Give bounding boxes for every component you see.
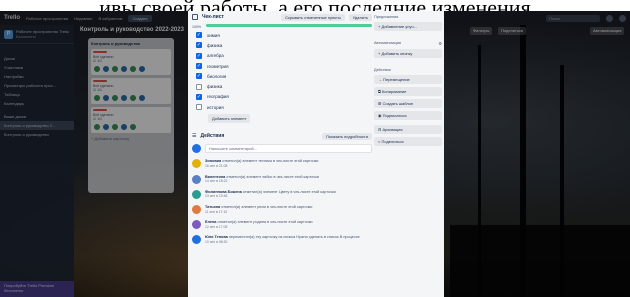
gear-icon[interactable]: ⚙ (438, 41, 442, 46)
checkbox[interactable]: ✓ (196, 32, 202, 39)
checkbox[interactable]: ✓ (196, 52, 202, 59)
checklist-title: Чек-лист (202, 14, 224, 20)
activity-text: отметил(а) элемент ресм в чек-листе этой… (221, 204, 313, 209)
archive-button[interactable]: ⊟ Архивация (374, 125, 442, 134)
activity-entry: Валентина отметил(а) элемент хибис в чек… (192, 174, 372, 184)
card-detail-modal: Чек-лист Скрывать отмеченные пункты Удал… (188, 11, 444, 297)
activity-time[interactable]: 14 сен в 18:22 (205, 179, 227, 183)
add-button-button[interactable]: + Добавить кнопку (374, 49, 442, 58)
activity-header: ☰ Действия Показать подробности (192, 131, 372, 141)
activity-time[interactable]: 10 сен в 08:30 (205, 240, 227, 244)
activity-entry: Зиновия отметил(а) элемент техника в чек… (192, 159, 372, 169)
checkbox[interactable] (196, 104, 202, 111)
checkbox[interactable]: ✓ (196, 63, 202, 70)
checklist-item-label: алгебра (207, 53, 224, 59)
hide-checked-button[interactable]: Скрывать отмеченные пункты (281, 13, 345, 21)
activity-body: Юля Тепова переместил(а) эту карточку из… (205, 235, 360, 244)
checklist-item-label: география (207, 94, 229, 100)
activity-entry: Филиппова Божена отметил(а) элемент Цвет… (192, 189, 372, 199)
activity-time[interactable]: 12 сен в 17:05 (205, 225, 227, 229)
checklist-item[interactable]: ✓ химия (192, 30, 372, 40)
activity-user[interactable]: Валентина (205, 175, 225, 179)
checklist-item-label: геометрия (207, 63, 229, 69)
activity-body: Татьяна отметил(а) элемент ресм в чек-ли… (205, 205, 312, 214)
checklist-percent: 100% (192, 24, 201, 29)
copy-button[interactable]: ⧉ Копирование (374, 87, 442, 96)
avatar (192, 144, 201, 154)
checklist-item-label: физика (207, 42, 223, 48)
checkbox[interactable] (196, 83, 202, 90)
checkbox[interactable]: ✓ (196, 93, 202, 100)
activity-body: Зиновия отметил(а) элемент техника в чек… (205, 159, 318, 168)
checklist-items: ✓ химия ✓ физика ✓ алгебра ✓ геометрия ✓ биол… (192, 30, 372, 112)
activity-user[interactable]: Юля Тепова (205, 235, 228, 239)
modal-main: Чек-лист Скрывать отмеченные пункты Удал… (192, 11, 372, 297)
activity-user[interactable]: Татьяна (205, 205, 220, 209)
checklist-item-label: физика (207, 84, 223, 90)
activity-time[interactable]: 11 сен в 17:10 (205, 210, 227, 214)
avatar (192, 189, 201, 199)
avatar (192, 204, 201, 214)
checklist-item[interactable]: ✓ биология (192, 71, 372, 81)
add-checklist-item-button[interactable]: Добавить элемент (208, 114, 251, 124)
activity-user[interactable]: Филиппова Божена (205, 190, 242, 194)
checklist-header: Чек-лист Скрывать отмеченные пункты Удал… (192, 11, 372, 23)
show-details-button[interactable]: Показать подробности (322, 132, 372, 140)
checklist-item[interactable]: ✓ физика (192, 40, 372, 50)
suggestions-label: Предложения (374, 15, 399, 19)
actions-label: Действия (374, 68, 391, 72)
modal-sidebar: Предложения + Добавление улуч... Автомат… (374, 11, 442, 297)
add-suggestion-button[interactable]: + Добавление улуч... (374, 22, 442, 31)
activity-time[interactable]: 13 сен в 19:46 (205, 194, 227, 198)
share-card-button[interactable]: < Поделиться (374, 137, 442, 146)
checkbox[interactable]: ✓ (196, 73, 202, 80)
checklist-item[interactable]: ✓ алгебра (192, 51, 372, 61)
checklist-icon (192, 14, 198, 20)
activity-icon: ☰ (192, 133, 197, 140)
checklist-progress (206, 24, 372, 27)
activity-text: отметил(а) элемент техника в чек-листе э… (222, 159, 319, 164)
checklist-item[interactable]: история (192, 102, 372, 112)
activity-time[interactable]: 16 сен в 21:08 (205, 164, 227, 168)
activity-body: Филиппова Божена отметил(а) элемент Цвет… (205, 190, 336, 199)
activity-title: Действия (200, 133, 225, 140)
checklist-item[interactable]: ✓ геометрия (192, 61, 372, 71)
activity-user[interactable]: Зиновия (205, 159, 221, 163)
avatar (192, 174, 201, 184)
avatar (192, 235, 201, 245)
delete-checklist-button[interactable]: Удалить (348, 13, 372, 21)
checklist-item[interactable]: ✓ география (192, 92, 372, 102)
checklist-item-label: история (207, 104, 224, 110)
checklist-progress-row: 100% (192, 23, 372, 30)
activity-entry: Татьяна отметил(а) элемент ресм в чек-ли… (192, 204, 372, 214)
activity-user[interactable]: Елена (205, 220, 216, 224)
activity-text: отметил(а) элемент Цвету в чек-листе это… (242, 189, 336, 194)
checklist-item-label: химия (207, 32, 220, 38)
avatar (192, 220, 201, 230)
caption-strip: ...ивы своей работы, а его последние изм… (0, 0, 630, 11)
automation-label: Автоматизация ⚙ (374, 41, 442, 46)
watch-button[interactable]: ◉ Подписаться (374, 111, 442, 120)
checklist-item-label: биология (207, 73, 227, 79)
make-template-button[interactable]: ⊞ Создать шаблон (374, 99, 442, 108)
avatar (192, 159, 201, 169)
checklist-item[interactable]: физика (192, 81, 372, 91)
activity-body: Валентина отметил(а) элемент хибис в чек… (205, 175, 319, 184)
comment-input[interactable]: Напишите комментарий... (205, 144, 372, 154)
activity-text: переместил(а) эту карточку из списка Нуж… (228, 235, 360, 240)
activity-entry: Елена отметил(а) элемент родина в чек-ли… (192, 220, 372, 230)
activity-entry: Юля Тепова переместил(а) эту карточку из… (192, 235, 372, 245)
move-button[interactable]: → Перемещение (374, 75, 442, 84)
activity-text: отметил(а) элемент родина в чек-листе эт… (217, 220, 313, 225)
checkbox[interactable]: ✓ (196, 42, 202, 49)
automation-label-text: Автоматизация (374, 41, 401, 45)
activity-body: Елена отметил(а) элемент родина в чек-ли… (205, 220, 313, 229)
comment-row: Напишите комментарий... (192, 144, 372, 154)
progress-fill (206, 24, 372, 27)
activity-text: отметил(а) элемент хибис в чек-листе это… (226, 174, 319, 179)
